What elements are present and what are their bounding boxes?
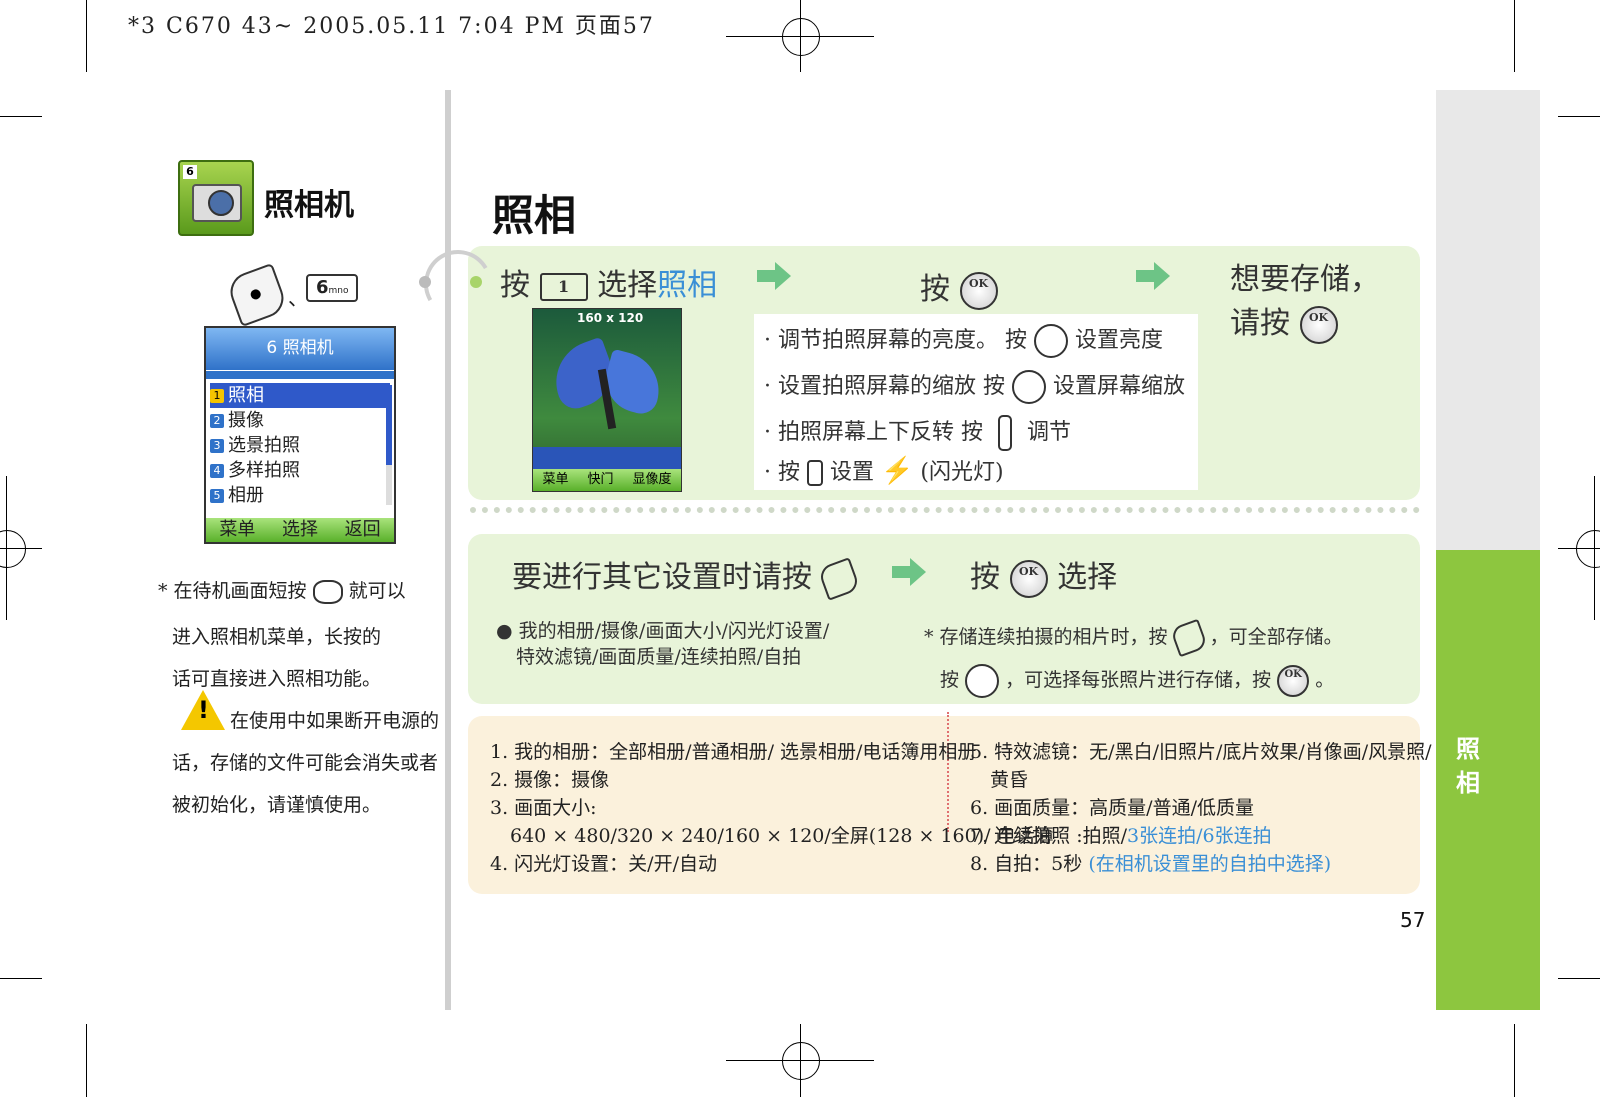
option-item: 5. 特效滤镜：无/黑白/旧照片/底片效果/肖像画/风景照/ bbox=[970, 741, 1432, 763]
softkey-select[interactable]: 选择 bbox=[282, 518, 318, 542]
softkey-shutter: 快门 bbox=[587, 472, 614, 487]
camera-preview-image: 160 x 120 菜单 快门 显像度 bbox=[532, 308, 682, 492]
preview-status-bar bbox=[533, 447, 681, 469]
screen-menu-item[interactable]: 1 照相 bbox=[210, 383, 390, 408]
camera-lens-icon bbox=[208, 190, 234, 216]
left-softkey-icon bbox=[1169, 618, 1208, 658]
print-header: *3 C670 43~ 2005.05.11 7:04 PM 页面57 bbox=[128, 14, 655, 39]
registration-circle bbox=[1576, 530, 1600, 568]
side-key-icon bbox=[997, 415, 1012, 451]
step-3: 请按 OK bbox=[1230, 298, 1338, 344]
ok-button-icon: OK bbox=[959, 272, 998, 310]
softkey-menu: 菜单 bbox=[542, 472, 569, 487]
option-item: 6. 画面质量：高质量/普通/低质量 bbox=[970, 797, 1254, 819]
camera-key-icon bbox=[312, 580, 343, 604]
step-3: 想要存储， bbox=[1230, 262, 1380, 297]
crop-mark bbox=[0, 978, 42, 979]
flash-icon: ⚡ bbox=[881, 456, 914, 486]
crop-mark bbox=[1514, 0, 1515, 72]
crop-mark bbox=[86, 0, 87, 72]
preview-softkeys: 菜单 快门 显像度 bbox=[533, 469, 681, 491]
menu-number-badge: 6 bbox=[183, 165, 197, 179]
screen-menu-list: 1 照相 2 摄像 3 选景拍照 4 多样拍照 5 相册 bbox=[206, 379, 394, 513]
instruction-item: · 按 设置 ⚡ (闪光灯) bbox=[764, 456, 1004, 486]
registration-circle bbox=[0, 530, 26, 568]
screen-divider bbox=[206, 370, 394, 379]
crop-mark bbox=[1558, 116, 1600, 117]
step-2: 按 OK bbox=[920, 264, 998, 310]
note-line: 进入照相机菜单，长按的 bbox=[172, 626, 382, 648]
crop-mark bbox=[0, 116, 42, 117]
settings-select: 按 OK 选择 bbox=[970, 552, 1117, 598]
note-line: 话可直接进入照相功能。 bbox=[172, 668, 382, 690]
ok-button-icon: OK bbox=[1299, 306, 1338, 344]
option-item: 黄昏 bbox=[990, 769, 1029, 791]
instruction-item: · 调节拍照屏幕的亮度。 按 设置亮度 bbox=[764, 322, 1163, 358]
crop-mark bbox=[1558, 978, 1600, 979]
screen-menu-item[interactable]: 5 相册 bbox=[210, 483, 390, 508]
settings-options: ● 我的相册/摄像/画面大小/闪光灯设置/ bbox=[496, 620, 830, 642]
left-softkey-icon bbox=[816, 557, 861, 601]
screen-menu-item[interactable]: 4 多样拍照 bbox=[210, 458, 390, 483]
ok-button-icon: OK bbox=[1277, 665, 1310, 697]
dotted-divider bbox=[470, 507, 1420, 513]
settings-options: 特效滤镜/画面质量/连续拍照/自拍 bbox=[516, 646, 802, 668]
options-list-right: 5. 特效滤镜：无/黑白/旧照片/底片效果/肖像画/风景照/ 黄昏 6. 画面质… bbox=[970, 738, 1432, 878]
left-softkey-icon bbox=[224, 262, 290, 328]
page-title: 照相 bbox=[492, 191, 577, 240]
burst-note: 按 ，可选择每张照片进行存储，按 OK 。 bbox=[940, 664, 1334, 698]
phone-screen: 6 照相机 1 照相 2 摄像 3 选景拍照 4 多样拍照 5 相册 菜单 选择 返回 bbox=[204, 326, 396, 544]
screen-softkeys: 菜单 选择 返回 bbox=[206, 518, 394, 542]
warning-icon: ! bbox=[181, 690, 225, 730]
key-1-icon: 1 bbox=[539, 273, 588, 301]
side-tab-label: 照相 bbox=[1456, 735, 1480, 797]
separator: 、 bbox=[288, 286, 308, 310]
ring-dot bbox=[419, 276, 431, 288]
softkey-menu[interactable]: 菜单 bbox=[219, 518, 255, 542]
warning-line: 在使用中如果断开电源的 bbox=[230, 710, 440, 732]
instruction-item: · 拍照屏幕上下反转 按 调节 bbox=[764, 414, 1071, 451]
warning-line: 被初始化，请谨慎使用。 bbox=[172, 794, 382, 816]
camera-app-icon: 6 bbox=[178, 160, 254, 236]
section-title: 照相机 bbox=[264, 188, 354, 223]
instruction-item: · 设置拍照屏幕的缩放 按 设置屏幕缩放 bbox=[764, 368, 1185, 404]
ring-dot bbox=[470, 276, 482, 288]
screen-menu-item[interactable]: 2 摄像 bbox=[210, 408, 390, 433]
crop-mark bbox=[86, 1024, 87, 1097]
ok-button-icon: OK bbox=[1009, 560, 1048, 598]
warning-line: 话，存储的文件可能会消失或者 bbox=[172, 752, 439, 774]
registration-circle bbox=[782, 1042, 820, 1080]
resolution-label: 160 x 120 bbox=[577, 311, 644, 325]
column-divider bbox=[445, 90, 451, 1010]
settings-instruction: 要进行其它设置时请按 bbox=[512, 552, 861, 601]
burst-note: * 存储连续拍摄的相片时，按 ，可全部存储。 bbox=[924, 618, 1343, 658]
screen-menu-item[interactable]: 3 选景拍照 bbox=[210, 433, 390, 458]
screen-title: 6 照相机 bbox=[206, 328, 394, 370]
page-number: 57 bbox=[1400, 908, 1426, 932]
nav-left-right-icon bbox=[1033, 324, 1068, 358]
note-line: * 在待机画面短按 就可以 bbox=[158, 580, 406, 604]
softkey-resolution: 显像度 bbox=[632, 472, 672, 487]
key-6-icon: 6mno bbox=[306, 274, 358, 302]
softkey-back[interactable]: 返回 bbox=[345, 518, 381, 542]
step-1: 按 1 选择照相 bbox=[500, 268, 718, 303]
crop-mark bbox=[1514, 1024, 1515, 1097]
registration-circle bbox=[782, 18, 820, 56]
side-tab-upper bbox=[1436, 90, 1540, 550]
option-item: 8. 自拍：5秒 (在相机设置里的自拍中选择) bbox=[970, 853, 1332, 875]
camera-key-icon bbox=[807, 460, 823, 486]
nav-left-right-icon bbox=[965, 664, 1000, 698]
screen-scrollbar bbox=[386, 385, 392, 505]
nav-up-down-icon bbox=[1011, 370, 1046, 404]
option-item: 7. 连续拍照 :拍照/3张连拍/6张连拍 bbox=[970, 825, 1272, 847]
